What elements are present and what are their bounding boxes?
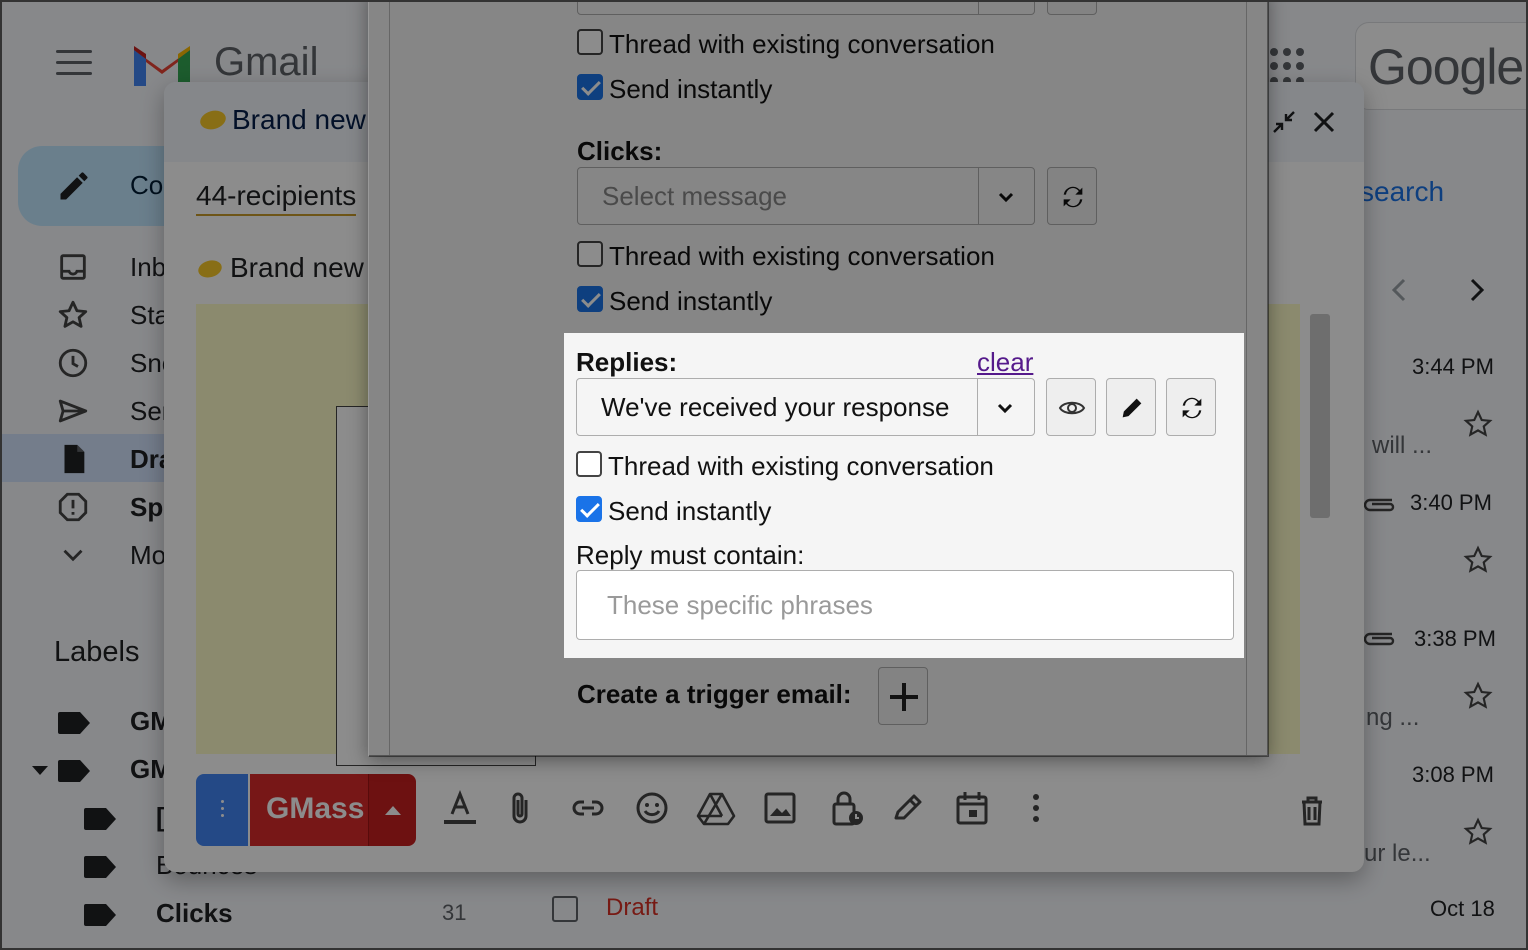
replies-select-value: We've received your response [601, 392, 950, 422]
clicks-thread-checkbox[interactable] [577, 241, 603, 267]
replies-refresh-button[interactable] [1166, 378, 1216, 436]
opens-thread-checkbox[interactable] [577, 29, 603, 55]
replies-thread-label: Thread with existing conversation [608, 451, 994, 481]
replies-send-instantly-checkbox[interactable] [576, 496, 602, 522]
refresh-icon [1182, 397, 1202, 419]
clicks-message-select[interactable]: Select message [577, 167, 1035, 225]
select-divider [978, 168, 979, 224]
replies-send-instantly-label: Send instantly [608, 496, 772, 526]
chevron-down-icon [997, 403, 1013, 414]
replies-thread-checkbox[interactable] [576, 451, 602, 477]
opens-send-instantly-label: Send instantly [609, 74, 773, 104]
reply-contain-input[interactable] [577, 571, 1233, 639]
replies-clear-link[interactable]: clear [977, 347, 1033, 378]
add-trigger-button[interactable] [878, 667, 928, 725]
clicks-refresh-button[interactable] [1047, 167, 1097, 225]
select-divider [977, 379, 978, 435]
pencil-icon [1122, 398, 1142, 418]
clicks-send-instantly-checkbox[interactable] [577, 286, 603, 312]
replies-highlight-box: Replies: clear We've received your respo… [564, 333, 1244, 658]
replies-preview-button[interactable] [1046, 378, 1096, 436]
clicks-send-instantly-label: Send instantly [609, 286, 773, 316]
eye-icon [1058, 401, 1086, 415]
clicks-select-value: Select message [602, 181, 787, 211]
replies-edit-button[interactable] [1106, 378, 1156, 436]
opens-refresh-button[interactable] [1047, 0, 1097, 15]
refresh-icon [1063, 186, 1083, 208]
replies-message-select[interactable]: We've received your response [576, 378, 1035, 436]
chevron-down-icon [998, 192, 1014, 203]
opens-message-select[interactable] [577, 0, 1035, 15]
opens-send-instantly-checkbox[interactable] [577, 74, 603, 100]
clicks-label: Clicks: [577, 136, 663, 166]
reply-contain-label: Reply must contain: [576, 540, 805, 570]
select-divider [978, 0, 979, 14]
trigger-label: Create a trigger email: [577, 679, 852, 709]
opens-thread-label: Thread with existing conversation [609, 29, 995, 59]
reply-contain-field[interactable] [576, 570, 1234, 640]
clicks-thread-label: Thread with existing conversation [609, 241, 995, 271]
replies-label: Replies: [576, 347, 678, 377]
